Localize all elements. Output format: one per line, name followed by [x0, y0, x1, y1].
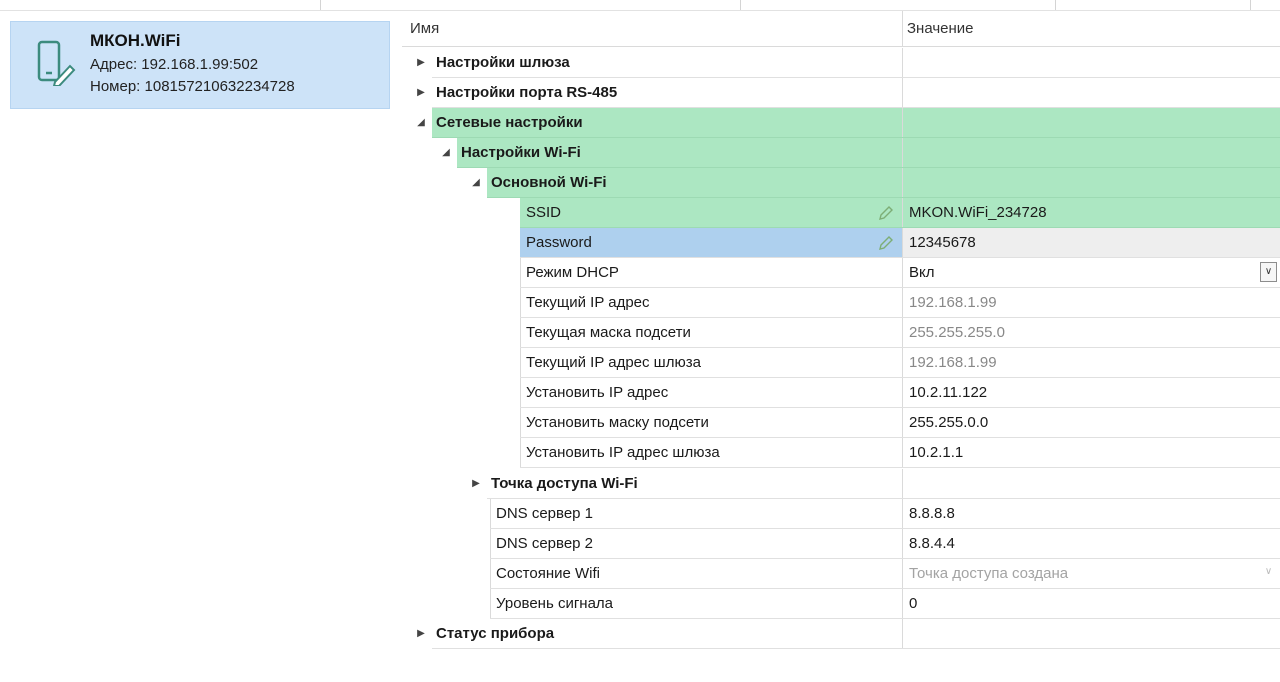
column-divider — [320, 0, 321, 10]
property-name: DNS сервер 2 — [496, 535, 594, 552]
collapse-arrow-icon[interactable]: ◢ — [469, 168, 483, 198]
property-value — [903, 168, 1280, 198]
column-header-value[interactable]: Значение — [907, 20, 974, 37]
property-row[interactable]: Установить IP адрес шлюза 10.2.1.1 — [402, 438, 1280, 468]
property-name: Статус прибора — [436, 625, 555, 642]
property-name: Текущий IP адрес — [526, 294, 650, 311]
property-row[interactable]: Установить маску подсети 255.255.0.0 — [402, 408, 1280, 438]
chevron-down-icon[interactable]: ∨ — [1260, 563, 1277, 583]
property-value — [903, 469, 1280, 499]
column-divider[interactable] — [902, 11, 903, 46]
property-name: Настройки порта RS-485 — [436, 84, 618, 101]
property-value[interactable]: 8.8.4.4 — [903, 529, 1280, 559]
row-divider — [520, 467, 1280, 468]
property-row[interactable]: Состояние Wifi Точка доступа создана ∨ — [402, 559, 1280, 589]
property-row[interactable]: Уровень сигнала 0 — [402, 589, 1280, 619]
property-name: Основной Wi-Fi — [487, 168, 902, 198]
property-value[interactable]: 192.168.1.99 — [903, 348, 1280, 378]
pencil-icon[interactable] — [878, 205, 894, 221]
column-divider — [740, 0, 741, 10]
property-row[interactable]: ▶ Статус прибора — [402, 619, 1280, 649]
property-name: SSID — [520, 198, 902, 228]
property-name: DNS сервер 1 — [496, 505, 594, 522]
property-name: Сетевые настройки — [432, 108, 902, 138]
chevron-down-icon[interactable]: ∨ — [1260, 262, 1277, 282]
property-row[interactable]: ▶ Настройки порта RS-485 — [402, 78, 1280, 108]
property-value[interactable]: 12345678 — [903, 228, 1280, 258]
expand-arrow-icon[interactable]: ▶ — [469, 469, 483, 499]
property-name: Password — [520, 228, 902, 258]
top-toolbar-strip — [0, 0, 1280, 11]
property-value — [903, 138, 1280, 168]
property-value[interactable]: 10.2.1.1 — [903, 438, 1280, 468]
column-divider — [1250, 0, 1251, 10]
collapse-arrow-icon[interactable]: ◢ — [414, 108, 428, 138]
property-value — [903, 48, 1280, 78]
property-value[interactable]: 8.8.8.8 — [903, 499, 1280, 529]
pencil-icon[interactable] — [878, 235, 894, 251]
property-name: Уровень сигнала — [496, 595, 614, 612]
grid-header: Имя Значение — [402, 11, 1280, 47]
property-name: Установить маску подсети — [526, 414, 709, 431]
expand-arrow-icon[interactable]: ▶ — [414, 619, 428, 649]
device-title: МКОН.WiFi — [90, 31, 181, 50]
property-name: Установить IP адрес шлюза — [526, 444, 720, 461]
property-value[interactable]: Вкл — [903, 258, 1280, 288]
column-divider — [1055, 0, 1056, 10]
property-row[interactable]: Текущий IP адрес 192.168.1.99 — [402, 288, 1280, 318]
property-row[interactable]: Режим DHCP Вкл ∨ — [402, 258, 1280, 288]
property-value — [903, 78, 1280, 108]
collapse-arrow-icon[interactable]: ◢ — [439, 138, 453, 168]
device-list-panel: МКОН.WiFi Адрес: 192.168.1.99:502 Номер:… — [0, 11, 400, 682]
property-row[interactable]: Текущий IP адрес шлюза 192.168.1.99 — [402, 348, 1280, 378]
property-name: Установить IP адрес — [526, 384, 669, 401]
property-name: Точка доступа Wi-Fi — [491, 475, 638, 492]
property-row[interactable]: ◢ Основной Wi-Fi — [402, 168, 1280, 198]
row-divider — [432, 648, 1280, 649]
property-name: Настройки Wi-Fi — [457, 138, 902, 168]
property-name: Режим DHCP — [526, 264, 619, 281]
property-row[interactable]: SSID MKON.WiFi_234728 — [402, 198, 1280, 228]
property-row[interactable]: ▶ Настройки шлюза — [402, 48, 1280, 78]
property-row[interactable]: Текущая маска подсети 255.255.255.0 — [402, 318, 1280, 348]
property-name: Текущий IP адрес шлюза — [526, 354, 701, 371]
property-row[interactable]: DNS сервер 1 8.8.8.8 — [402, 499, 1280, 529]
property-value[interactable]: 0 — [903, 589, 1280, 619]
property-value[interactable]: MKON.WiFi_234728 — [903, 198, 1280, 228]
property-value[interactable]: Точка доступа создана — [903, 559, 1280, 589]
property-grid: Имя Значение ▶ Настройки шлюза ▶ Настройки … — [402, 11, 1280, 682]
device-number: Номер: 108157210632234728 — [90, 78, 295, 95]
property-name: Состояние Wifi — [496, 565, 601, 582]
property-value[interactable]: 10.2.11.122 — [903, 378, 1280, 408]
device-list-item[interactable]: МКОН.WiFi Адрес: 192.168.1.99:502 Номер:… — [10, 21, 390, 109]
property-value[interactable]: 255.255.255.0 — [903, 318, 1280, 348]
property-value — [903, 619, 1280, 649]
property-row[interactable]: Установить IP адрес 10.2.11.122 — [402, 378, 1280, 408]
property-value — [903, 108, 1280, 138]
property-row[interactable]: ◢ Сетевые настройки — [402, 108, 1280, 138]
expand-arrow-icon[interactable]: ▶ — [414, 48, 428, 78]
column-header-name[interactable]: Имя — [410, 20, 439, 37]
property-row[interactable]: ◢ Настройки Wi-Fi — [402, 138, 1280, 168]
property-row[interactable]: Password 12345678 — [402, 228, 1280, 258]
property-row[interactable]: DNS сервер 2 8.8.4.4 — [402, 529, 1280, 559]
property-value[interactable]: 192.168.1.99 — [903, 288, 1280, 318]
expand-arrow-icon[interactable]: ▶ — [414, 78, 428, 108]
device-address: Адрес: 192.168.1.99:502 — [90, 56, 259, 73]
device-edit-icon — [37, 40, 76, 86]
property-name: Настройки шлюза — [436, 54, 570, 71]
property-row[interactable]: ▶ Точка доступа Wi-Fi — [402, 469, 1280, 499]
property-value[interactable]: 255.255.0.0 — [903, 408, 1280, 438]
property-name: Текущая маска подсети — [526, 324, 691, 341]
